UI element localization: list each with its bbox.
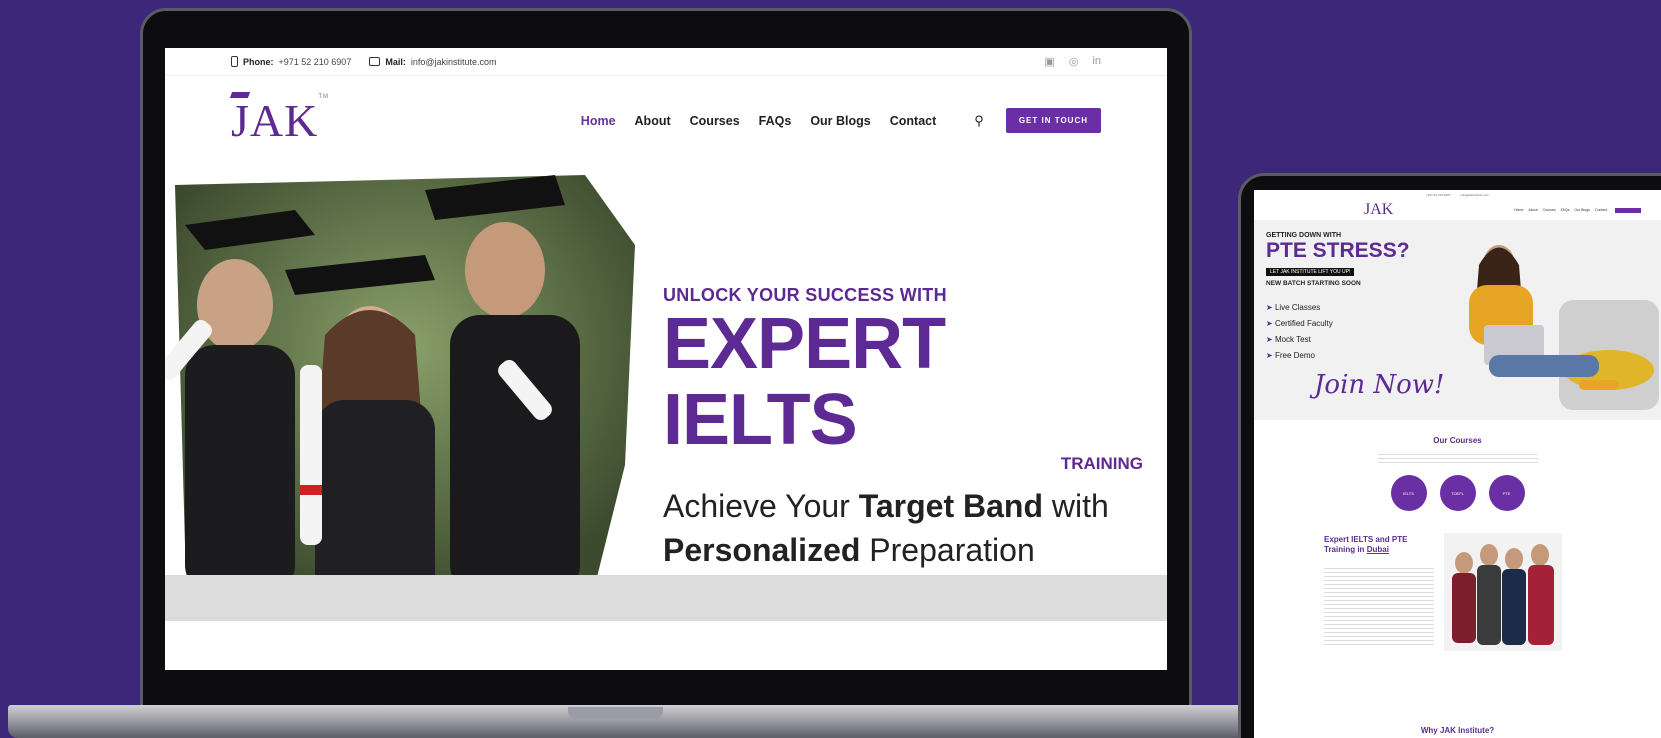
student-laptop-photo — [1469, 245, 1659, 410]
our-courses-title: Our Courses — [1433, 436, 1482, 445]
tablet-topbar: +971 52 210 6907 info@jakinstitute.com — [1254, 190, 1661, 200]
tablet-hero-pill: LET JAK INSTITUTE LIFT YOU UP! — [1266, 268, 1355, 276]
social-links: ▣ ◎ in — [1044, 55, 1101, 68]
mail-icon — [369, 57, 381, 66]
hero-banner: UNLOCK YOUR SUCCESS WITH EXPERT IELTS TR… — [165, 165, 1167, 621]
tablet-navbar: JAK Home About Courses FAQs Our Blogs Co… — [1254, 200, 1661, 220]
tablet-hero-batch: NEW BATCH STARTING SOON — [1266, 280, 1361, 287]
expert-paragraph — [1324, 565, 1434, 645]
graduation-cap-icon — [229, 92, 251, 98]
feature-item: Free Demo — [1266, 348, 1333, 364]
sub-part-c: with — [1043, 488, 1109, 524]
tablet-feature-list: Live Classes Certified Faculty Mock Test… — [1266, 300, 1333, 364]
tablet-nav-faqs[interactable]: FAQs — [1561, 208, 1570, 212]
courses-description — [1377, 451, 1538, 465]
laptop-notch — [568, 707, 663, 719]
nav-courses[interactable]: Courses — [690, 114, 740, 128]
tablet-nav-courses[interactable]: Courses — [1543, 208, 1556, 212]
hero-headline: EXPERT IELTS — [663, 304, 946, 460]
hero-text: UNLOCK YOUR SUCCESS WITH EXPERT IELTS TR… — [663, 285, 1143, 572]
course-toefl-button[interactable]: TOEFL — [1439, 475, 1476, 511]
mail-value: info@jakinstitute.com — [410, 56, 497, 67]
expert-training-heading: Expert IELTS and PTE Training in Dubai — [1324, 535, 1424, 555]
join-now-script[interactable]: Join Now! — [1314, 370, 1445, 400]
expert-city: Dubai — [1366, 545, 1389, 554]
sub-part-e: Preparation — [860, 532, 1035, 568]
nav-faqs[interactable]: FAQs — [759, 114, 792, 128]
graduates-photo — [165, 175, 635, 620]
hero-kicker: UNLOCK YOUR SUCCESS WITH — [663, 285, 947, 305]
phone-value: +971 52 210 6907 — [278, 56, 352, 67]
tablet-cta-button[interactable] — [1615, 207, 1641, 213]
course-ielts-button[interactable]: IELTS — [1390, 475, 1427, 511]
tablet-nav-contact[interactable]: Contact — [1595, 208, 1607, 212]
tablet-nav-home[interactable]: Home — [1514, 208, 1523, 212]
jak-logo[interactable]: JAKTM — [229, 92, 330, 147]
nav-menu: Home About Courses FAQs Our Blogs Contac… — [581, 114, 936, 128]
sub-part-d: Personalized — [663, 532, 861, 568]
tablet-nav-about[interactable]: About — [1528, 208, 1537, 212]
tablet-phone: +971 52 210 6907 — [1426, 193, 1451, 197]
linkedin-icon[interactable]: in — [1092, 55, 1101, 68]
laptop-screen: Phone: +971 52 210 6907 Mail: info@jakin… — [165, 48, 1167, 670]
get-in-touch-button[interactable]: GET IN TOUCH — [1005, 108, 1101, 133]
section-divider — [165, 575, 1167, 621]
tablet-hero: GETTING DOWN WITH PTE STRESS? LET JAK IN… — [1254, 220, 1661, 420]
top-info-bar: Phone: +971 52 210 6907 Mail: info@jakin… — [165, 48, 1167, 76]
phone-label: Phone: — [243, 56, 274, 67]
course-buttons: IELTS TOEFL PTE — [1254, 475, 1661, 511]
logo-text: JAK — [231, 95, 319, 146]
course-pte-button[interactable]: PTE — [1488, 475, 1525, 511]
tablet-menu: Home About Courses FAQs Our Blogs Contac… — [1514, 208, 1607, 212]
students-group-photo — [1444, 533, 1562, 651]
facebook-icon[interactable]: ▣ — [1044, 55, 1054, 68]
nav-home[interactable]: Home — [581, 114, 616, 128]
why-jak-heading: Why JAK Institute? — [1420, 726, 1495, 735]
feature-item: Certified Faculty — [1266, 316, 1333, 332]
feature-item: Live Classes — [1266, 300, 1333, 316]
phone-icon — [231, 56, 238, 67]
mail-info[interactable]: Mail: info@jakinstitute.com — [369, 56, 497, 67]
feature-item: Mock Test — [1266, 332, 1333, 348]
nav-contact[interactable]: Contact — [890, 114, 937, 128]
tablet-nav-blogs[interactable]: Our Blogs — [1574, 208, 1590, 212]
logo-tm: TM — [318, 94, 330, 100]
nav-about[interactable]: About — [635, 114, 671, 128]
tablet-screen: +971 52 210 6907 info@jakinstitute.com J… — [1254, 190, 1661, 738]
nav-blogs[interactable]: Our Blogs — [810, 114, 870, 128]
instagram-icon[interactable]: ◎ — [1069, 55, 1079, 68]
tablet-hero-kicker: GETTING DOWN WITH — [1266, 232, 1342, 239]
tablet-hero-headline: PTE STRESS? — [1266, 239, 1410, 262]
tablet-mail: info@jakinstitute.com — [1460, 193, 1489, 197]
sub-part-a: Achieve Your — [663, 488, 859, 524]
main-navbar: JAKTM Home About Courses FAQs Our Blogs … — [165, 76, 1167, 165]
tablet-logo[interactable]: JAK — [1364, 201, 1393, 219]
sub-part-b: Target Band — [858, 488, 1044, 524]
phone-info[interactable]: Phone: +971 52 210 6907 — [231, 56, 351, 67]
mail-label: Mail: — [385, 56, 406, 67]
search-icon[interactable]: ⚲ — [974, 113, 984, 129]
hero-subtitle: Achieve Your Target Band with Personaliz… — [663, 484, 1143, 572]
